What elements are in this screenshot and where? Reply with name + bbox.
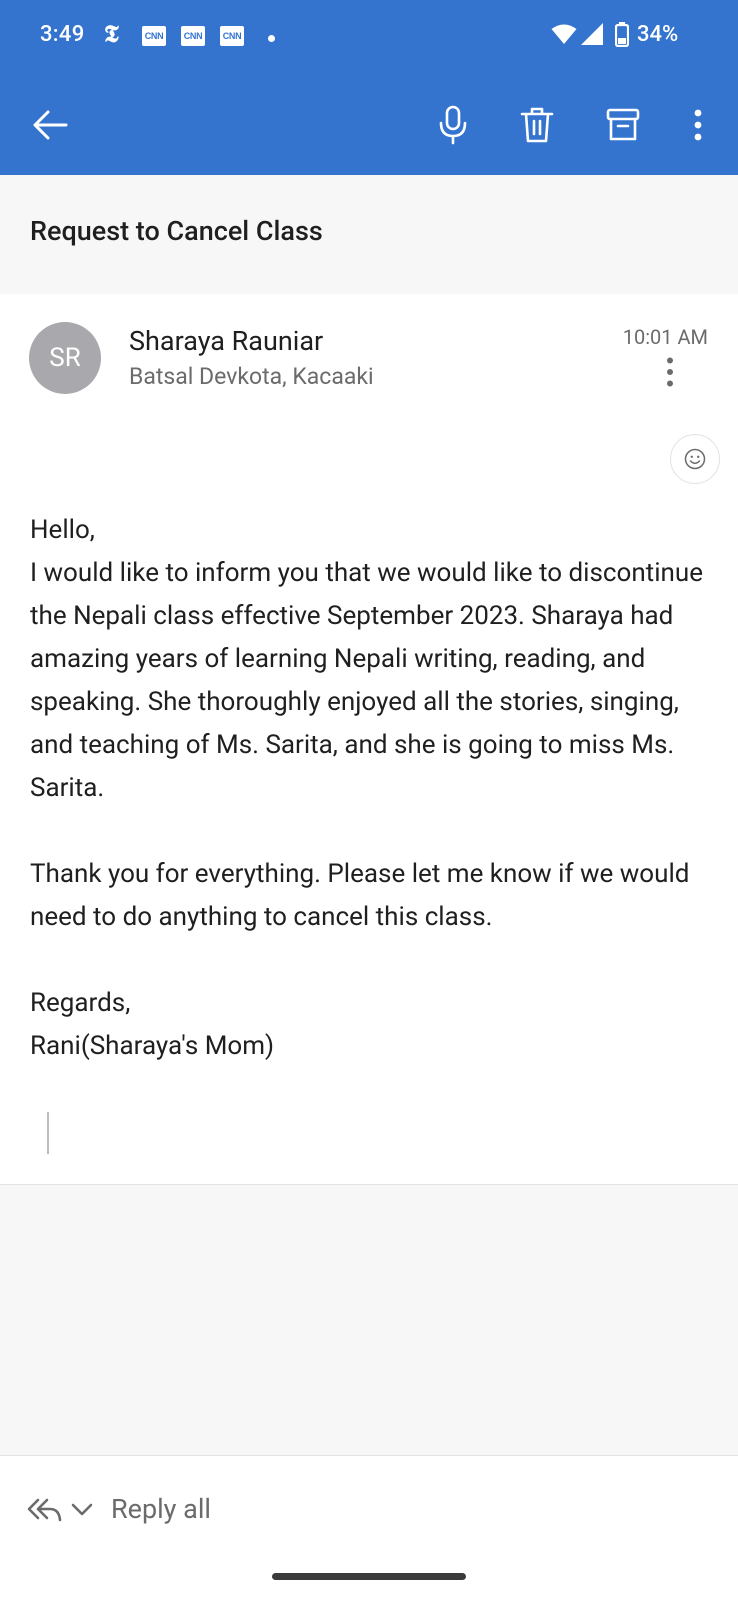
cnn-icon: CNN (181, 26, 205, 46)
battery-percent: 34% (637, 22, 679, 47)
email-subject: Request to Cancel Class (30, 215, 323, 247)
more-options-button[interactable] (674, 101, 722, 149)
status-time: 3:49 (40, 22, 85, 47)
smiley-icon (684, 448, 706, 470)
more-vertical-icon (694, 109, 702, 141)
back-button[interactable] (26, 101, 74, 149)
battery-icon (615, 22, 629, 47)
cnn-icon: CNN (220, 26, 244, 46)
dot-icon (268, 35, 275, 42)
chevron-down-icon[interactable] (70, 1500, 94, 1520)
avatar-initials: SR (49, 343, 81, 373)
reaction-button[interactable] (670, 434, 720, 484)
dictate-button[interactable] (429, 101, 477, 149)
wifi-icon (551, 24, 577, 44)
avatar[interactable]: SR (29, 322, 101, 394)
reply-all-icon[interactable] (26, 1494, 62, 1526)
microphone-icon (439, 105, 467, 145)
message-card: SR Sharaya Rauniar Batsal Devkota, Kacaa… (0, 294, 738, 1185)
arrow-left-icon (33, 110, 68, 140)
recipients[interactable]: Batsal Devkota, Kacaaki (129, 363, 374, 390)
reply-all-button[interactable]: Reply all (111, 1493, 211, 1525)
signal-icon (581, 23, 603, 45)
home-indicator[interactable] (272, 1573, 466, 1580)
message-more-button[interactable] (652, 352, 688, 392)
trash-icon (520, 107, 554, 143)
sender-name[interactable]: Sharaya Rauniar (129, 325, 323, 357)
body-paragraph: Thank you for everything. Please let me … (30, 859, 690, 932)
body-paragraph: Hello, I would like to inform you that we… (30, 515, 703, 803)
app-bar: 3:49 𝕿 CNN CNN CNN 34% (0, 0, 738, 175)
cnn-icon: CNN (142, 26, 166, 46)
email-body: Hello, I would like to inform you that we… (30, 509, 710, 1068)
delete-button[interactable] (513, 101, 561, 149)
archive-icon (606, 108, 640, 141)
body-paragraph: Regards, Rani(Sharaya's Mom) (30, 988, 275, 1061)
quoted-text-toggle[interactable] (47, 1112, 49, 1154)
subject-header: Request to Cancel Class (0, 175, 738, 294)
nyt-icon: 𝕿 (104, 19, 119, 48)
more-vertical-icon (667, 357, 673, 387)
reply-bar: Reply all (0, 1455, 738, 1600)
message-time: 10:01 AM (622, 325, 708, 349)
archive-button[interactable] (599, 101, 647, 149)
